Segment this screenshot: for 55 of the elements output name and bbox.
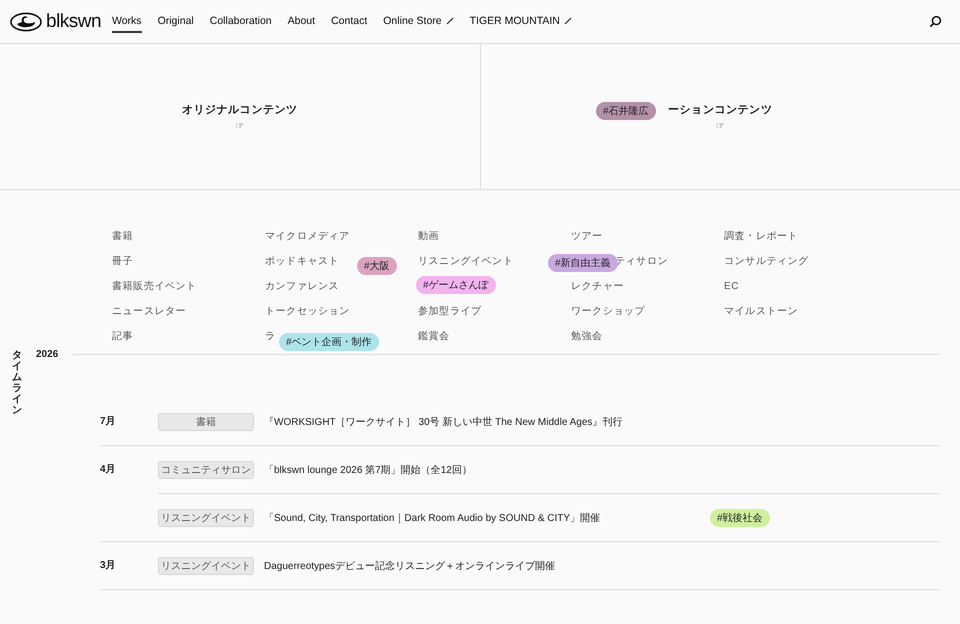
category-link[interactable]: EC [724,280,740,294]
section-heading[interactable]: オリジナルコンテンツ [182,102,298,116]
category-link[interactable]: 書籍 [112,230,134,244]
category-link[interactable]: コンサルティング [724,254,809,268]
category-label[interactable]: 書籍 [158,412,254,430]
timeline-label: タイムライン [12,350,22,416]
nav-link[interactable]: Works [112,10,142,32]
nav-link[interactable]: TIGER MOUNTAIN [470,10,572,32]
search-icon[interactable] [929,15,942,28]
category-link[interactable]: マイルストーン [724,304,798,318]
swan-logo-icon[interactable] [10,12,42,32]
category-link[interactable]: 冊子 [112,254,134,268]
category-link[interactable]: 勉強会 [571,330,603,344]
category-label[interactable]: リスニングイベント [158,556,254,574]
section-heading[interactable]: ーションコンテンツ [668,102,772,116]
entry-title[interactable]: 「Sound, City, Transportation｜Dark Room Audio by SOUND & CITY」開催 [264,510,704,524]
category-link[interactable]: マイクロメディア [265,230,350,244]
category-label[interactable]: コミュニティサロン [158,460,254,478]
category-link[interactable]: 書籍販売イベント [112,280,197,294]
pointing-hand: ☞ [235,120,244,132]
category-link[interactable]: 動画 [418,230,440,244]
nav-link[interactable]: Collaboration [210,10,272,32]
category-label[interactable]: リスニングイベント [158,508,254,526]
hashtag[interactable]: #ゲームさんぽ [416,276,496,294]
category-link[interactable]: トークセッション [265,304,350,318]
category-link[interactable]: レクチャー [571,280,624,294]
category-link[interactable]: 参加型ライブ [418,304,482,318]
pointing-hand: ☞ [716,120,725,132]
nav-link[interactable]: Contact [331,10,368,32]
category-link[interactable]: ラ [265,330,276,344]
hashtag[interactable]: #戦後社会 [710,508,770,526]
category-link[interactable]: リスニングイベント [418,254,514,268]
month-label: 7月 [100,415,117,429]
hashtag[interactable]: #石井隆広 [596,102,656,120]
category-link[interactable]: 鑑賞会 [418,330,450,344]
entry-title[interactable]: 『WORKSIGHT［ワークサイト］ 30号 新しい中世 The New Middle Ages』刊行 [264,414,704,428]
logo-text[interactable]: blkswn [46,10,102,32]
month-label: 3月 [100,559,117,573]
hashtag[interactable]: #ベント企画・制作 [279,333,379,351]
nav-link[interactable]: Original [158,10,194,32]
category-link[interactable]: ワークショップ [571,304,646,318]
category-link[interactable]: ツアー [571,230,603,244]
hashtag[interactable]: #大阪 [357,257,397,275]
category-link[interactable]: 調査・レポート [724,230,798,244]
entry-title[interactable]: Daguerreotypesデビュー記念リスニング＋オンラインライブ開催 [264,558,704,572]
category-link[interactable]: カンファレンス [265,280,340,294]
category-link[interactable]: ポッドキャスト [265,254,340,268]
category-link[interactable]: ニュースレター [112,304,186,318]
entry-title[interactable]: 「blkswn lounge 2026 第7期」開始（全12回） [264,462,704,476]
year-heading: 2026 [36,348,58,360]
category-link[interactable]: 記事 [112,330,134,344]
month-label: 4月 [100,463,117,477]
nav-link[interactable]: Online Store [383,10,454,32]
hashtag[interactable]: #新自由主義 [548,254,618,272]
nav-link[interactable]: About [288,10,316,32]
